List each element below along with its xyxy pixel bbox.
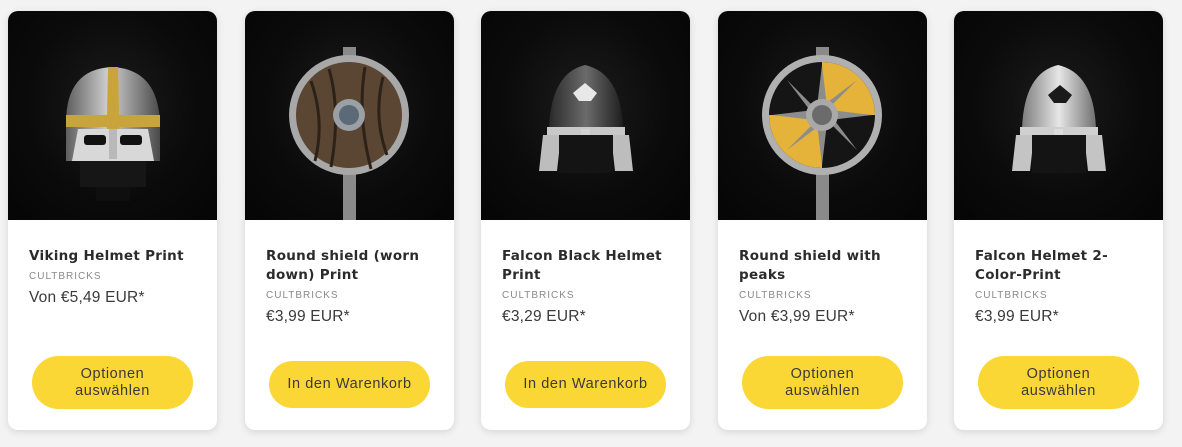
product-vendor: CULTBRICKS bbox=[975, 290, 1048, 301]
product-image-link[interactable] bbox=[954, 11, 1163, 220]
product-title[interactable]: Round shield (worn down) Print bbox=[266, 247, 438, 285]
product-info: Falcon Black Helmet Print CULTBRICKS €3,… bbox=[502, 247, 674, 326]
product-info: Round shield with peaks CULTBRICKS Von €… bbox=[739, 247, 911, 326]
product-image-link[interactable] bbox=[481, 11, 690, 220]
viking-helmet-icon bbox=[66, 67, 160, 201]
product-grid: Viking Helmet Print CULTBRICKS Von €5,49… bbox=[0, 0, 1182, 447]
falcon-silver-helmet-icon bbox=[1012, 65, 1106, 173]
product-price: Von €5,49 EUR* bbox=[29, 289, 145, 306]
choose-options-button[interactable]: Optionen auswählen bbox=[32, 356, 193, 409]
product-info: Round shield (worn down) Print CULTBRICK… bbox=[266, 247, 438, 326]
product-card: Falcon Black Helmet Print CULTBRICKS €3,… bbox=[481, 11, 690, 430]
falcon-black-helmet-icon bbox=[539, 65, 633, 173]
product-vendor: CULTBRICKS bbox=[29, 271, 102, 282]
add-to-cart-button[interactable]: In den Warenkorb bbox=[505, 361, 666, 408]
product-card: Viking Helmet Print CULTBRICKS Von €5,49… bbox=[8, 11, 217, 430]
product-card: Falcon Helmet 2-Color-Print CULTBRICKS €… bbox=[954, 11, 1163, 430]
product-card: Round shield (worn down) Print CULTBRICK… bbox=[245, 11, 454, 430]
choose-options-button[interactable]: Optionen auswählen bbox=[978, 356, 1139, 409]
choose-options-button[interactable]: Optionen auswählen bbox=[742, 356, 903, 409]
product-title[interactable]: Viking Helmet Print bbox=[29, 247, 201, 266]
product-vendor: CULTBRICKS bbox=[739, 290, 812, 301]
product-price: €3,99 EUR* bbox=[975, 308, 1059, 325]
product-info: Falcon Helmet 2-Color-Print CULTBRICKS €… bbox=[975, 247, 1147, 326]
product-image-link[interactable] bbox=[8, 11, 217, 220]
product-title[interactable]: Round shield with peaks bbox=[739, 247, 911, 285]
product-title[interactable]: Falcon Black Helmet Print bbox=[502, 247, 674, 285]
product-vendor: CULTBRICKS bbox=[502, 290, 575, 301]
product-image-link[interactable] bbox=[718, 11, 927, 220]
product-title[interactable]: Falcon Helmet 2-Color-Print bbox=[975, 247, 1147, 285]
product-vendor: CULTBRICKS bbox=[266, 290, 339, 301]
peaked-round-shield-icon bbox=[762, 47, 882, 220]
add-to-cart-button[interactable]: In den Warenkorb bbox=[269, 361, 430, 408]
product-info: Viking Helmet Print CULTBRICKS Von €5,49… bbox=[29, 247, 201, 307]
product-card: Round shield with peaks CULTBRICKS Von €… bbox=[718, 11, 927, 430]
product-image-link[interactable] bbox=[245, 11, 454, 220]
product-price: €3,99 EUR* bbox=[266, 308, 350, 325]
wooden-round-shield-icon bbox=[289, 47, 409, 220]
product-price: €3,29 EUR* bbox=[502, 308, 586, 325]
product-price: Von €3,99 EUR* bbox=[739, 308, 855, 325]
